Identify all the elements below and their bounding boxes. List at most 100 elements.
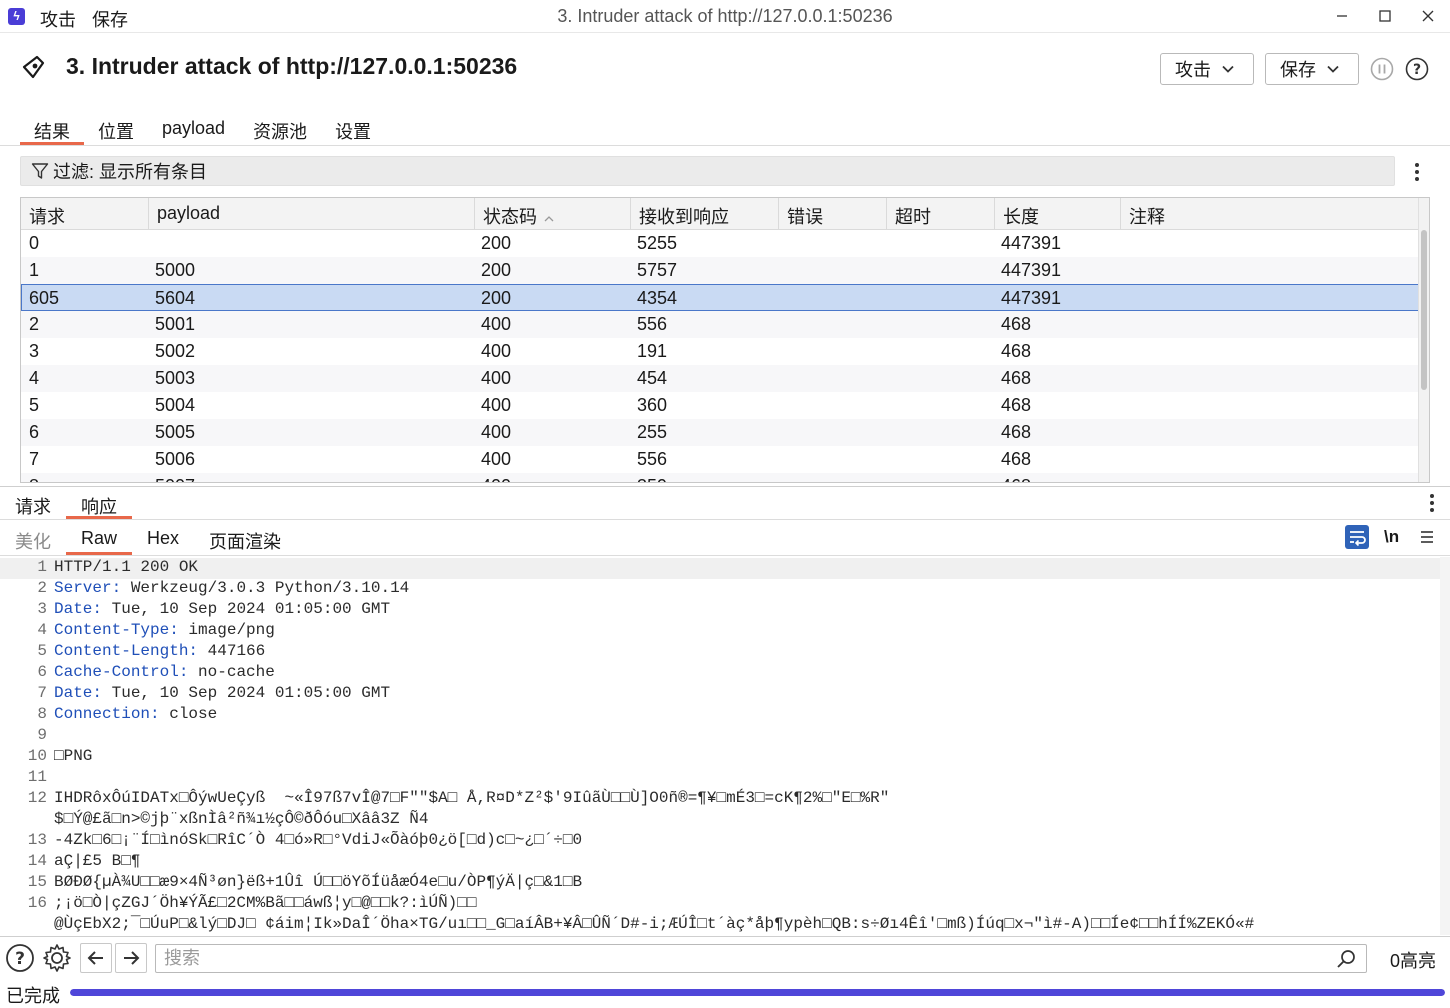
tab-request[interactable]: 请求 xyxy=(0,488,66,519)
tab-payloads[interactable]: payload xyxy=(148,114,239,145)
tab-response[interactable]: 响应 xyxy=(66,488,132,519)
show-newlines-toggle[interactable]: \n xyxy=(1384,527,1399,547)
line-number: 7 xyxy=(37,684,47,702)
response-editor[interactable]: 1 HTTP/1.1 200 OK 2 Server: Werkzeug/3.0.3 … xyxy=(0,557,1440,935)
header-name: Connection xyxy=(54,705,151,723)
results-scrollbar[interactable] xyxy=(1418,198,1429,482)
search-icon[interactable] xyxy=(1336,949,1356,969)
line-content: Content-Length: 447166 xyxy=(54,642,265,660)
response-line: 13 -4Zk□6□¡¨Í□ìnóSk□RîC´Ò 4□ó»R□°VdiJ«Õàó… xyxy=(0,831,1440,852)
table-row[interactable]: 3 5002 400 191 468 xyxy=(21,338,1419,365)
line-content: Connection: close xyxy=(54,705,217,723)
filter-bar[interactable]: 过滤: 显示所有条目 xyxy=(20,156,1395,186)
minimize-button[interactable] xyxy=(1320,0,1364,32)
pane-splitter[interactable] xyxy=(0,486,1450,487)
chevron-down-icon xyxy=(1327,65,1339,73)
message-more-options-icon[interactable] xyxy=(1429,494,1435,512)
help-icon[interactable]: ? xyxy=(5,943,35,973)
response-line: 10 □PNG xyxy=(0,747,1440,768)
maximize-button[interactable] xyxy=(1363,0,1407,32)
cell-request: 5 xyxy=(29,395,40,415)
column-header-error[interactable]: 错误 xyxy=(779,198,887,229)
tab-render[interactable]: 页面渲染 xyxy=(194,523,296,555)
column-header-payload[interactable]: payload xyxy=(149,198,475,229)
body-text: @ÙçEbX2;¯□ÚuP□&lý□DJ□ ¢áim¦Ik»DaÎ´Öha×TG… xyxy=(54,915,1255,933)
response-line: 11 xyxy=(0,768,1440,789)
results-more-options-icon[interactable] xyxy=(1414,163,1420,181)
cell-request: 3 xyxy=(29,341,40,361)
save-dropdown-button[interactable]: 保存 xyxy=(1265,53,1359,85)
line-content: HTTP/1.1 200 OK xyxy=(54,558,198,576)
table-row[interactable]: 7 5006 400 556 468 xyxy=(21,446,1419,473)
column-header-received[interactable]: 接收到响应 xyxy=(631,198,779,229)
search-input[interactable] xyxy=(156,945,1316,972)
cell-length: 468 xyxy=(1001,368,1032,388)
minimize-icon xyxy=(1337,15,1347,17)
svg-text:?: ? xyxy=(15,949,25,969)
cell-length: 468 xyxy=(1001,476,1031,482)
table-row[interactable]: 4 5003 400 454 468 xyxy=(21,365,1419,392)
window-title: 3. Intruder attack of http://127.0.0.1:5… xyxy=(557,6,893,26)
table-row-selected[interactable]: 605 5604 200 4354 447391 xyxy=(21,284,1419,311)
gear-icon[interactable] xyxy=(42,943,72,973)
cell-payload: 5005 xyxy=(155,422,196,442)
line-number: 10 xyxy=(27,747,47,765)
cell-request: 0 xyxy=(29,233,40,253)
tab-hex[interactable]: Hex xyxy=(132,523,194,555)
help-icon[interactable]: ? xyxy=(1405,57,1429,81)
response-scrollbar[interactable] xyxy=(1440,557,1450,935)
attack-dropdown-button[interactable]: 攻击 xyxy=(1160,53,1254,85)
menu-save[interactable]: 保存 xyxy=(92,6,128,32)
pause-icon[interactable] xyxy=(1370,57,1394,81)
table-row[interactable]: 0 200 5255 447391 xyxy=(21,230,1419,257)
line-number: 15 xyxy=(27,873,47,891)
tab-positions[interactable]: 位置 xyxy=(84,114,148,145)
word-wrap-toggle[interactable] xyxy=(1345,525,1369,549)
attack-header: 3. Intruder attack of http://127.0.0.1:5… xyxy=(0,33,1450,105)
results-table: 请求 payload 状态码 接收到响应 错误 超时 长度 注释 0 200 5 25… xyxy=(20,197,1430,483)
table-row[interactable]: 2 5001 400 556 468 xyxy=(21,311,1419,338)
header-colon: : xyxy=(150,705,160,723)
table-row[interactable]: 1 5000 200 5757 447391 xyxy=(21,257,1419,284)
column-header-status[interactable]: 状态码 xyxy=(475,198,631,229)
cell-payload: 5007 xyxy=(155,476,195,482)
column-header-request[interactable]: 请求 xyxy=(21,198,149,229)
cell-received: 255 xyxy=(637,422,668,442)
intruder-target-icon[interactable] xyxy=(20,53,48,81)
tab-resource-pool[interactable]: 资源池 xyxy=(239,114,321,145)
table-row[interactable]: 6 5005 400 255 468 xyxy=(21,419,1419,446)
attack-button-label: 攻击 xyxy=(1175,60,1211,80)
line-content: Server: Werkzeug/3.0.3 Python/3.10.14 xyxy=(54,579,409,597)
table-row[interactable]: 5 5004 400 360 468 xyxy=(21,392,1419,419)
cell-received: 191 xyxy=(637,341,668,361)
column-header-comment[interactable]: 注释 xyxy=(1121,198,1419,229)
response-line: 14 aÇ|£5 B□¶ xyxy=(0,852,1440,873)
response-line: 3 Date: Tue, 10 Sep 2024 01:05:00 GMT xyxy=(0,600,1440,621)
cell-length: 468 xyxy=(1001,314,1032,334)
cell-request: 4 xyxy=(29,368,40,388)
hamburger-menu-icon[interactable] xyxy=(1420,530,1434,544)
cell-received: 556 xyxy=(637,314,668,334)
next-match-button[interactable] xyxy=(115,943,147,973)
line-content: □PNG xyxy=(54,747,92,765)
table-row[interactable]: 8 5007 400 359 468 xyxy=(21,473,1419,482)
cell-status: 200 xyxy=(481,233,512,253)
column-header-timeout[interactable]: 超时 xyxy=(887,198,995,229)
scrollbar-thumb[interactable] xyxy=(1421,230,1427,390)
highlight-count: 0高亮 xyxy=(1390,951,1437,971)
tab-pretty[interactable]: 美化 xyxy=(0,523,66,555)
tab-settings[interactable]: 设置 xyxy=(321,114,385,145)
line-content: $□Ý@£ã□n>©jþ¨xßnÌâ²ñ¾ı½çÔ©ðÔóu□Xââ3Z Ñ4 xyxy=(54,810,428,828)
close-window-button[interactable] xyxy=(1406,0,1450,32)
body-text: IHDRôxÔúIDATx□ÔýwUeÇyß ~«Î97ß7vÎ@7□F""$A… xyxy=(54,789,890,807)
response-line: 4 Content-Type: image/png xyxy=(0,621,1440,642)
column-header-length[interactable]: 长度 xyxy=(995,198,1121,229)
previous-match-button[interactable] xyxy=(80,943,112,973)
header-colon: : xyxy=(92,684,103,702)
menu-attack[interactable]: 攻击 xyxy=(40,6,76,32)
tab-results[interactable]: 结果 xyxy=(20,114,84,145)
tab-raw[interactable]: Raw xyxy=(66,523,133,555)
line-number: 12 xyxy=(27,789,47,807)
page-title: 3. Intruder attack of http://127.0.0.1:5… xyxy=(66,53,518,79)
search-toolbar: ? 0高亮 xyxy=(0,936,1450,978)
